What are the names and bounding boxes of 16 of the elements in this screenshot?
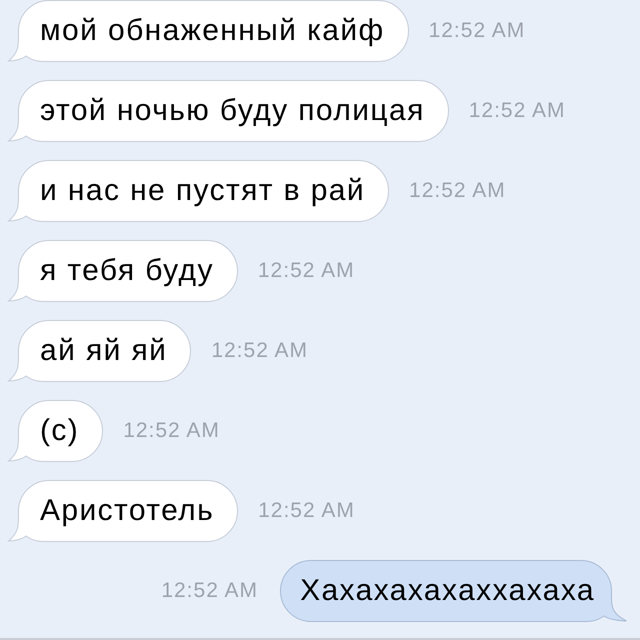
timestamp: 12:52 AM	[409, 178, 506, 204]
timestamp: 12:52 AM	[123, 418, 220, 444]
message-bubble: этой ночью буду полицая	[8, 80, 449, 142]
message-bubble: я тебя буду	[8, 240, 238, 302]
message-bubble: (с)	[8, 400, 104, 462]
timestamp: 12:52 AM	[258, 498, 355, 524]
timestamp: 12:52 AM	[258, 258, 355, 284]
timestamp: 12:52 AM	[161, 578, 258, 604]
message-bubble: мой обнаженный кайф	[8, 0, 409, 62]
timestamp: 12:52 AM	[211, 338, 308, 364]
message-bubble: Аристотель	[8, 480, 238, 542]
timestamp: 12:52 AM	[468, 98, 566, 124]
message-bubble: и нас не пустят в рай	[8, 160, 390, 222]
timestamp: 12:52 AM	[428, 18, 526, 44]
message-bubble: Хахахахахаххахаха	[280, 560, 627, 622]
message-bubble: ай яй яй	[8, 320, 192, 382]
